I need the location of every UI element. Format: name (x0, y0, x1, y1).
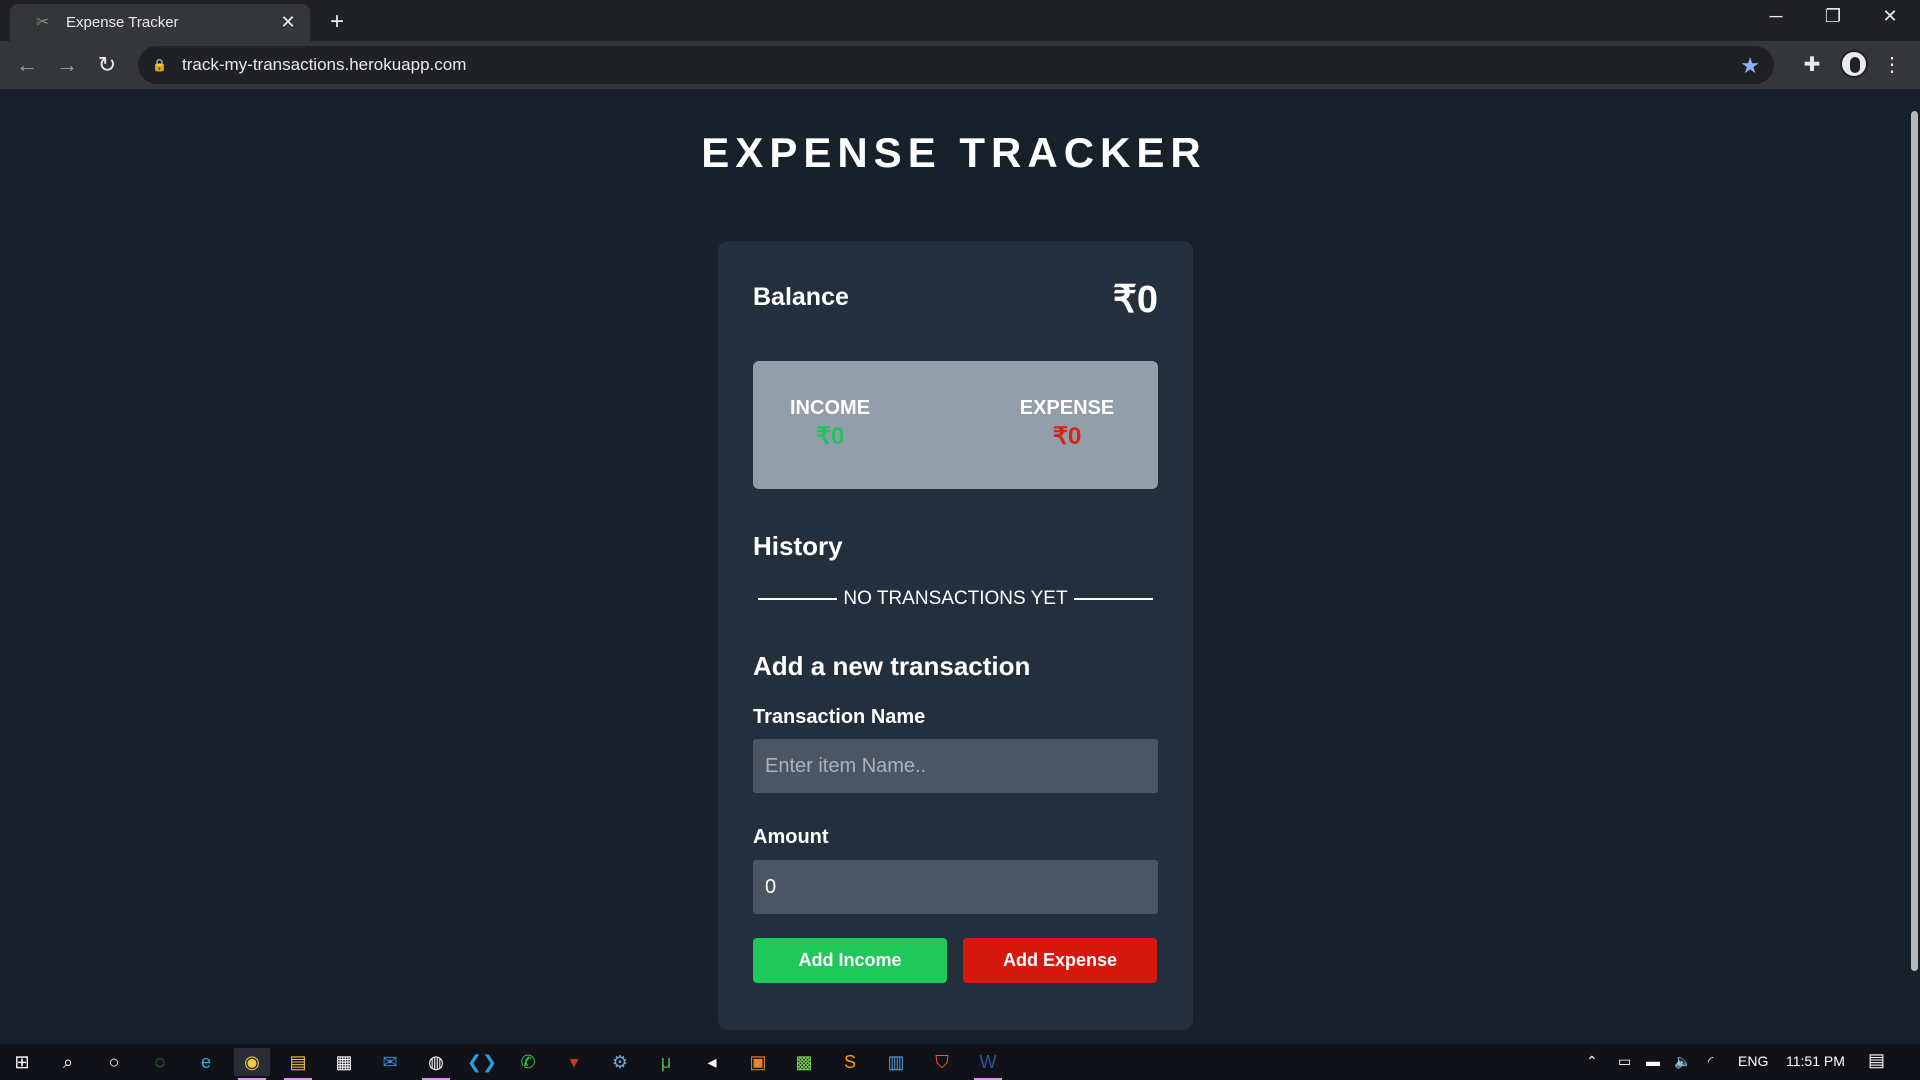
add-expense-button[interactable]: Add Expense (963, 938, 1157, 983)
app-favicon-icon: ✂ (36, 13, 50, 31)
balance-label: Balance (753, 283, 849, 311)
orange-app-icon[interactable]: ▣ (740, 1048, 776, 1076)
whatsapp-icon[interactable]: ✆ (510, 1048, 546, 1076)
history-title: History (753, 531, 843, 561)
predator-icon[interactable]: ▾ (556, 1048, 592, 1076)
divider-right (1073, 598, 1154, 600)
vscode-icon[interactable]: ❮❯ (464, 1048, 500, 1076)
restore-icon[interactable]: ❐ (1813, 6, 1853, 27)
browser-tab[interactable]: ✂ Expense Tracker ✕ (10, 4, 310, 41)
transaction-name-input[interactable] (753, 739, 1158, 793)
sublime-icon[interactable]: S (832, 1048, 868, 1076)
url-text: track-my-transactions.herokuapp.com (182, 55, 467, 74)
windows-start-icon[interactable]: ⊞ (4, 1048, 40, 1076)
income-label: INCOME (790, 397, 870, 419)
language-indicator[interactable]: ENG (1738, 1053, 1768, 1069)
expense-label: EXPENSE (1019, 397, 1115, 419)
amount-label: Amount (753, 826, 829, 848)
income-value: ₹0 (815, 423, 845, 450)
minimize-icon[interactable]: ─ (1756, 6, 1796, 27)
close-window-icon[interactable]: ✕ (1870, 6, 1910, 27)
browser-tabbar: ✂ Expense Tracker ✕ + ─ ❐ ✕ (0, 0, 1920, 41)
income-expense-summary: INCOME ₹0 EXPENSE ₹0 (753, 361, 1158, 489)
edge-icon[interactable]: e (188, 1048, 224, 1076)
file-explorer-icon[interactable]: ▤ (280, 1048, 316, 1080)
expense-summary: EXPENSE ₹0 (1007, 397, 1127, 451)
profile-avatar[interactable] (1840, 50, 1868, 78)
mail-icon[interactable]: ✉ (372, 1048, 408, 1076)
page-scrollbar[interactable] (1908, 89, 1920, 1044)
word-icon[interactable]: W (970, 1048, 1006, 1080)
chrome-icon[interactable]: ◉ (234, 1048, 270, 1080)
browser-toolbar: ← → ↻ 🔒 track-my-transactions.herokuapp.… (0, 41, 1920, 89)
empty-history: NO TRANSACTIONS YET (758, 588, 1154, 610)
wifi-icon[interactable]: ◜ (1708, 1053, 1713, 1070)
search-icon[interactable]: ⌕ (50, 1048, 86, 1076)
page-content: EXPENSE TRACKER Balance ₹0 INCOME ₹0 EXP… (0, 89, 1908, 1044)
income-summary: INCOME ₹0 (770, 397, 890, 451)
menu-kebab-icon[interactable]: ⋮ (1878, 51, 1906, 79)
tracker-card: Balance ₹0 INCOME ₹0 EXPENSE ₹0 History … (718, 241, 1193, 1030)
brave-icon[interactable]: ⛉ (924, 1048, 960, 1076)
app-w-icon[interactable]: ◍ (418, 1048, 454, 1080)
add-transaction-title: Add a new transaction (753, 651, 1031, 681)
notifications-icon[interactable]: ▤ (1868, 1050, 1885, 1071)
extensions-icon[interactable]: ✚ (1798, 51, 1826, 79)
back-icon[interactable]: ← (13, 51, 41, 79)
app-ring-icon[interactable]: ◌ (142, 1048, 178, 1076)
steam-icon[interactable]: ⚙ (602, 1048, 638, 1076)
bookmark-star-icon[interactable]: ★ (1740, 53, 1760, 79)
address-bar[interactable]: 🔒 track-my-transactions.herokuapp.com ★ (138, 46, 1774, 84)
volume-icon[interactable]: 🔈 (1674, 1053, 1691, 1070)
add-income-button[interactable]: Add Income (753, 938, 947, 983)
amount-input[interactable] (753, 860, 1158, 914)
balance-value: ₹0 (1112, 279, 1158, 321)
utorrent-icon[interactable]: μ (648, 1048, 684, 1076)
empty-history-text: NO TRANSACTIONS YET (843, 588, 1068, 609)
page-title: EXPENSE TRACKER (701, 129, 1207, 176)
device-icon[interactable]: ▭ (1618, 1053, 1631, 1070)
pycharm-icon[interactable]: ▩ (786, 1048, 822, 1076)
clock-time[interactable]: 11:51 PM (1786, 1053, 1845, 1069)
lock-icon: 🔒 (152, 58, 167, 72)
calendar-app-icon[interactable]: ▥ (878, 1048, 914, 1076)
reload-icon[interactable]: ↻ (93, 51, 121, 79)
tray-expand-icon[interactable]: ⌃ (1586, 1053, 1598, 1070)
store-icon[interactable]: ▦ (326, 1048, 362, 1076)
tab-title: Expense Tracker (66, 14, 179, 31)
cortana-icon[interactable]: ○ (96, 1048, 132, 1076)
transaction-name-label: Transaction Name (753, 706, 926, 728)
battery-icon[interactable]: ▬ (1646, 1053, 1660, 1069)
media-icon[interactable]: ◂ (694, 1048, 730, 1076)
windows-taskbar: ⊞ ⌕ ○ ◌ e ◉ ▤ ▦ ✉ ◍ ❮❯ ✆ ▾ ⚙ μ ◂ ▣ ▩ S ▥… (0, 1044, 1920, 1080)
tab-close-icon[interactable]: ✕ (278, 12, 298, 33)
divider-left (758, 598, 838, 600)
forward-icon[interactable]: → (53, 51, 81, 79)
expense-value: ₹0 (1052, 423, 1082, 450)
new-tab-button[interactable]: + (322, 8, 352, 36)
scrollbar-thumb[interactable] (1911, 111, 1918, 971)
